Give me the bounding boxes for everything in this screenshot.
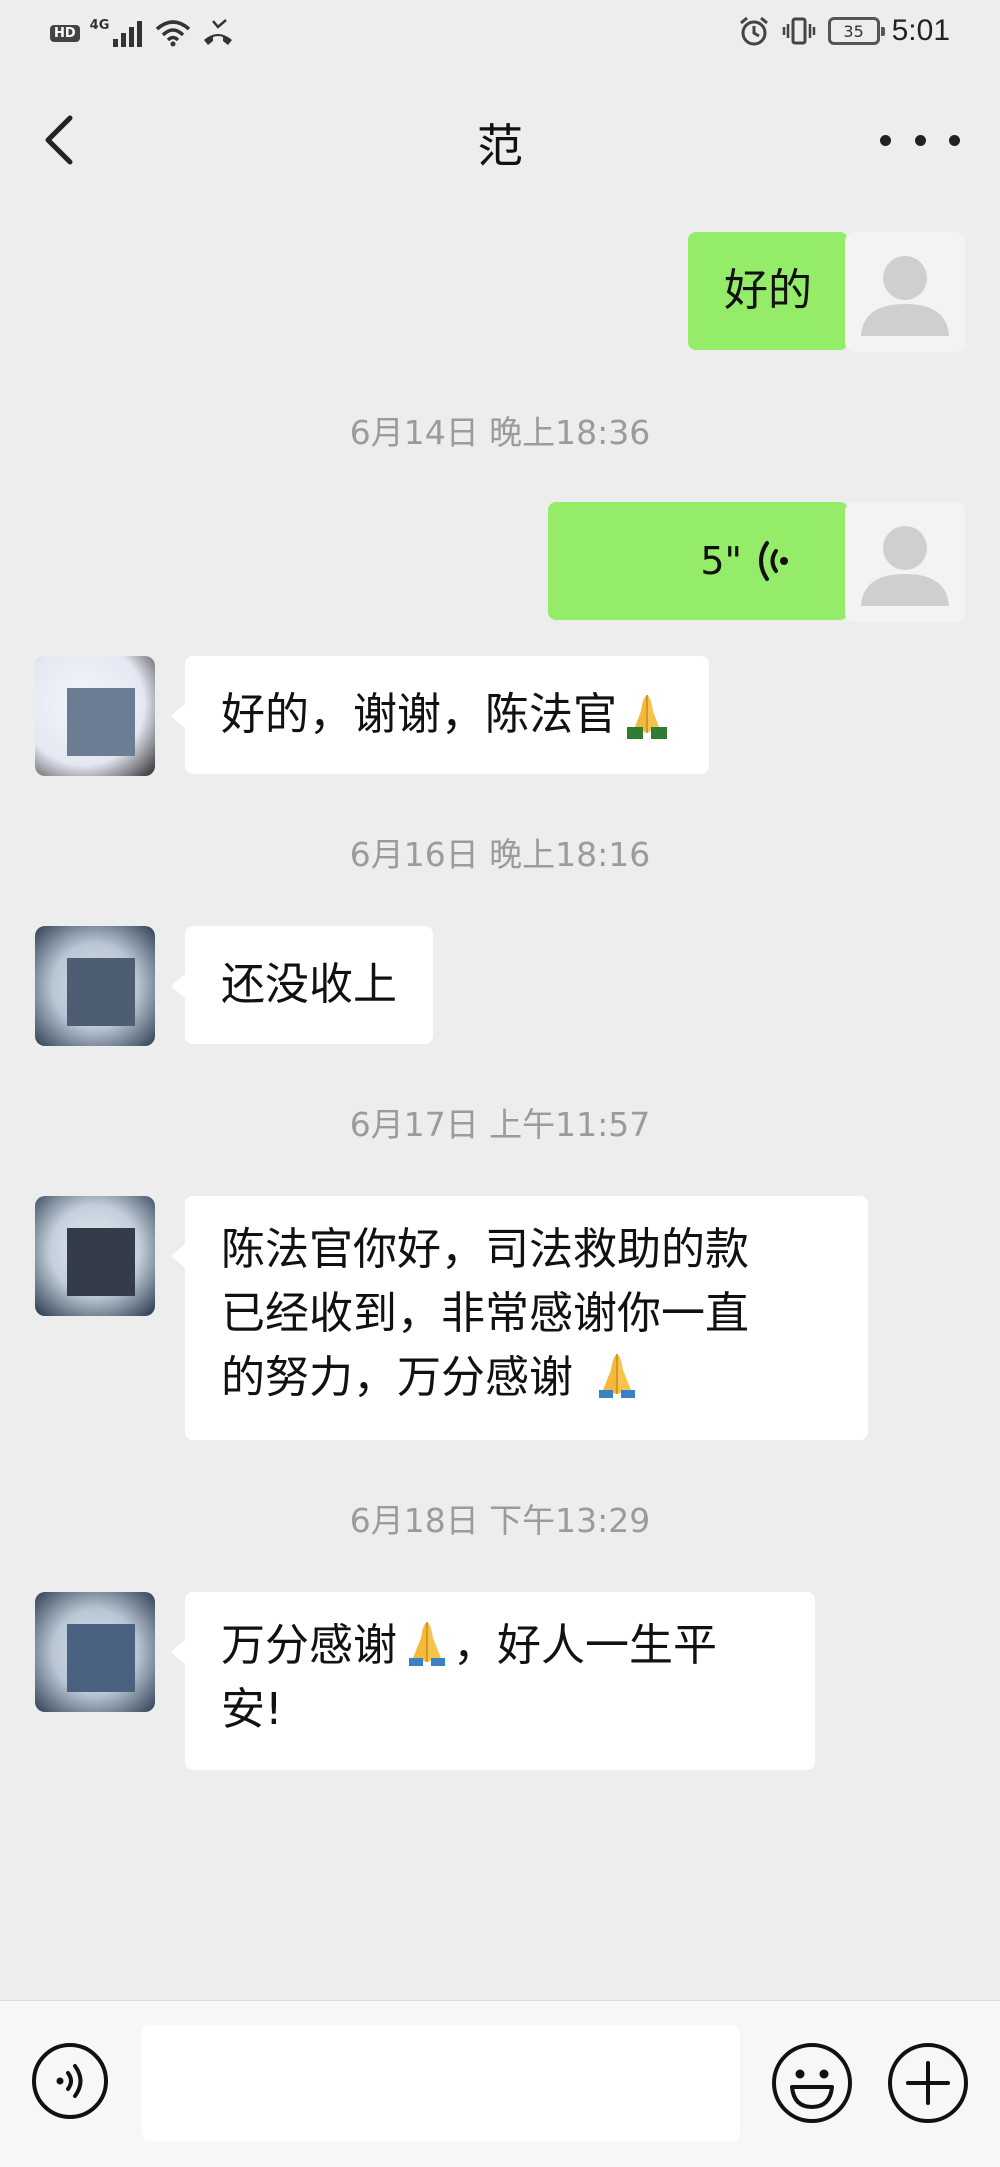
more-dots-icon [880, 134, 891, 146]
contact-avatar[interactable] [35, 1196, 155, 1316]
avatar-blur-block [67, 688, 135, 756]
voice-message-content: 5" [548, 502, 790, 620]
avatar-blur-block [67, 1624, 135, 1692]
avatar-blur-block [67, 958, 135, 1026]
contact-avatar[interactable] [35, 1592, 155, 1712]
message-bubble-other[interactable]: 万分感谢 ，好人一生平 安! [171, 1592, 815, 1770]
message-text: ，好人一生平 [453, 1620, 717, 1671]
vibrate-icon [782, 17, 815, 45]
contact-avatar[interactable] [35, 926, 155, 1046]
battery-level: 35 [843, 21, 864, 41]
status-time: 5:01 [891, 14, 950, 47]
avatar-blur-block [67, 1228, 135, 1296]
message-row: 5" [0, 502, 1000, 622]
chat-header: 范 [0, 70, 1000, 210]
message-text-line: 陈法官你好，司法救助的款 [221, 1224, 749, 1275]
chat-title: 范 [477, 119, 523, 173]
message-text: 的努力，万分感谢 [221, 1352, 573, 1403]
hd-badge: HD [50, 24, 80, 42]
voice-wave-icon [759, 541, 788, 581]
message-input[interactable] [142, 2025, 740, 2141]
voice-input-button[interactable] [30, 2041, 110, 2121]
default-avatar-icon [845, 502, 965, 622]
signal-icon [113, 21, 143, 47]
self-avatar[interactable] [845, 232, 965, 352]
timestamp: 6月18日 下午13:29 [349, 1501, 651, 1540]
voice-duration: 5" [700, 539, 742, 583]
default-avatar-icon [845, 232, 965, 352]
network-type-label: 4G [89, 17, 110, 33]
message-row: 万分感谢 ，好人一生平 安! [0, 1592, 1000, 1772]
more-dots-icon [949, 134, 960, 146]
status-right: 35 5:01 [738, 14, 950, 48]
folded-hands-emoji-icon [409, 1622, 445, 1666]
message-bubble-other[interactable]: 陈法官你好，司法救助的款 已经收到，非常感谢你一直 的努力，万分感谢 [171, 1196, 868, 1440]
battery-icon: 35 [827, 17, 885, 45]
alarm-icon [739, 16, 768, 46]
missed-call-icon [204, 19, 233, 45]
message-text: 好的，谢谢，陈法官 [221, 689, 617, 740]
message-bubble-other[interactable]: 还没收上 [171, 926, 433, 1044]
more-functions-button[interactable] [886, 2041, 970, 2125]
chat-input-bar [0, 2000, 1000, 2167]
emoji-button[interactable] [770, 2041, 854, 2125]
folded-hands-emoji-icon [627, 695, 667, 739]
wifi-icon [156, 20, 191, 47]
voice-input-icon [32, 2043, 108, 2119]
message-row: 好的，谢谢，陈法官 [0, 656, 1000, 776]
message-text: 还没收上 [221, 959, 397, 1010]
contact-avatar[interactable] [35, 656, 155, 776]
status-bar: HD 4G 35 5:01 [0, 0, 1000, 70]
message-bubble-self[interactable]: 好的 [688, 232, 862, 350]
voice-message-bubble[interactable]: 5" [548, 502, 862, 620]
plus-icon [888, 2043, 968, 2123]
timestamp: 6月14日 晚上18:36 [349, 413, 651, 452]
message-text-line: 安! [221, 1684, 283, 1735]
message-text-line: 万分感谢 ，好人一生平 [221, 1614, 779, 1678]
folded-hands-emoji-icon [599, 1354, 635, 1398]
message-row: 陈法官你好，司法救助的款 已经收到，非常感谢你一直 的努力，万分感谢 [0, 1196, 1000, 1442]
message-list[interactable]: 好的 6月14日 晚上18:36 5" 好的，谢谢，陈法官 6月16日 晚上18… [0, 210, 1000, 2000]
message-text-line: 的努力，万分感谢 [221, 1346, 832, 1410]
more-options-button[interactable] [880, 120, 960, 160]
message-row: 还没收上 [0, 926, 1000, 1046]
status-left: HD 4G [50, 18, 235, 48]
timestamp: 6月17日 上午11:57 [349, 1105, 651, 1144]
message-bubble-other[interactable]: 好的，谢谢，陈法官 [171, 656, 709, 774]
message-row: 好的 [0, 232, 1000, 352]
timestamp: 6月16日 晚上18:16 [349, 835, 651, 874]
message-text-line: 已经收到，非常感谢你一直 [221, 1288, 749, 1339]
more-dots-icon [914, 134, 926, 146]
message-text: 好的 [724, 265, 812, 316]
message-text: 万分感谢 [221, 1620, 397, 1671]
self-avatar[interactable] [845, 502, 965, 622]
emoji-icon [772, 2043, 852, 2123]
